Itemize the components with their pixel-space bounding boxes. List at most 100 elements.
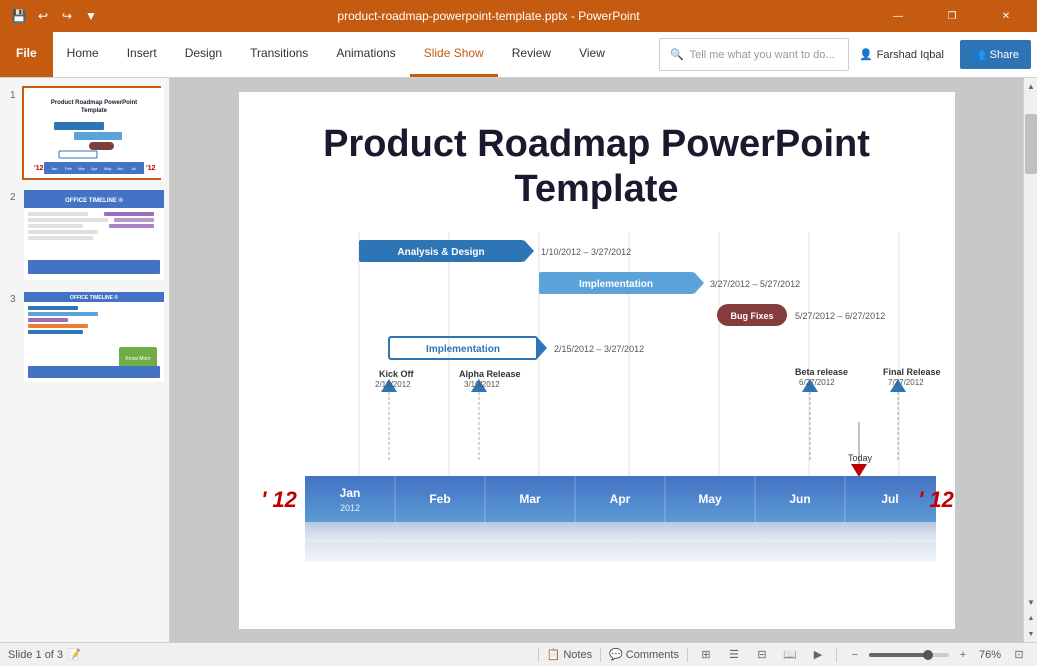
svg-text:' 12: ' 12 <box>918 487 955 512</box>
svg-text:OFFICE TIMELINE ®: OFFICE TIMELINE ® <box>65 197 123 204</box>
svg-text:Alpha Release: Alpha Release <box>459 369 521 379</box>
svg-text:1/10/2012 – 3/27/2012: 1/10/2012 – 3/27/2012 <box>541 247 631 257</box>
slide-canvas[interactable]: Product Roadmap PowerPoint Template Anal… <box>239 92 955 629</box>
fit-to-window-button[interactable]: ⊡ <box>1009 645 1029 665</box>
svg-text:Feb: Feb <box>429 492 450 506</box>
svg-text:Bug Fixes: Bug Fixes <box>730 311 773 321</box>
svg-text:3/10/2012: 3/10/2012 <box>464 380 500 389</box>
share-button[interactable]: 👥 Share <box>960 40 1031 69</box>
window-controls: — ❐ ✕ <box>875 0 1029 32</box>
share-icon: 👥 <box>972 48 986 61</box>
svg-text:Final Release: Final Release <box>883 367 941 377</box>
main-area: 1 Product Roadmap PowerPoint Template Ja… <box>0 78 1037 642</box>
svg-text:May: May <box>698 492 722 506</box>
slide-preview-1: Product Roadmap PowerPoint Template Jan … <box>24 88 164 178</box>
slide-thumb-3[interactable]: 3 OFFICE TIMELINE ® Know More <box>22 290 161 384</box>
svg-text:6/27/2012: 6/27/2012 <box>799 378 835 387</box>
comments-separator <box>600 648 601 662</box>
svg-text:Mar: Mar <box>78 166 86 171</box>
title-bar: 💾 ↩ ↪ ▼ product-roadmap-powerpoint-templ… <box>0 0 1037 32</box>
reading-view-button[interactable]: 📖 <box>780 645 800 665</box>
slide-preview-3: OFFICE TIMELINE ® Know More <box>24 292 164 382</box>
ribbon-search[interactable]: 🔍 Tell me what you want to do... <box>659 38 849 71</box>
tab-slideshow[interactable]: Slide Show <box>410 32 498 77</box>
tab-animations[interactable]: Animations <box>322 32 409 77</box>
quick-access-toolbar: 💾 ↩ ↪ ▼ <box>8 5 102 27</box>
comments-button[interactable]: 💬 Comments <box>609 648 679 661</box>
undo-button[interactable]: ↩ <box>32 5 54 27</box>
tab-file[interactable]: File <box>0 32 53 77</box>
scrollbar-right: ▲ ▼ ▲ ▼ <box>1023 78 1037 642</box>
svg-text:7/27/2012: 7/27/2012 <box>888 378 924 387</box>
svg-text:Feb: Feb <box>65 166 73 171</box>
zoom-slider-fill <box>869 653 925 657</box>
scroll-page-up[interactable]: ▲ <box>1024 610 1037 626</box>
normal-view-button[interactable]: ⊞ <box>696 645 716 665</box>
status-bar: Slide 1 of 3 📝 📋 Notes 💬 Comments ⊞ ☰ ⊟ … <box>0 642 1037 666</box>
scroll-down-button[interactable]: ▼ <box>1024 594 1037 610</box>
svg-text:May: May <box>104 166 112 171</box>
timeline-svg: Analysis & Design 1/10/2012 – 3/27/2012 … <box>239 222 955 602</box>
svg-text:Implementation: Implementation <box>426 344 500 355</box>
svg-text:Implementation: Implementation <box>579 279 653 290</box>
svg-text:Apr: Apr <box>609 492 630 506</box>
svg-text:2/10/2012: 2/10/2012 <box>375 380 411 389</box>
svg-text:Mar: Mar <box>519 492 541 506</box>
svg-text:3/27/2012 – 5/27/2012: 3/27/2012 – 5/27/2012 <box>710 279 800 289</box>
svg-text:Jul: Jul <box>881 492 898 506</box>
svg-text:Template: Template <box>81 108 108 114</box>
svg-text:Jul: Jul <box>131 166 136 171</box>
svg-text:Jan: Jan <box>51 166 57 171</box>
notes-separator <box>538 648 539 662</box>
tab-home[interactable]: Home <box>53 32 113 77</box>
svg-text:Jun: Jun <box>117 166 123 171</box>
svg-text:2/15/2012 – 3/27/2012: 2/15/2012 – 3/27/2012 <box>554 344 644 354</box>
ribbon: File Home Insert Design Transitions Anim… <box>0 32 1037 78</box>
user-name: 👤 Farshad Iqbal <box>849 32 954 77</box>
svg-text:Apr: Apr <box>91 166 98 171</box>
zoom-slider-thumb[interactable] <box>923 650 933 660</box>
outline-view-button[interactable]: ☰ <box>724 645 744 665</box>
maximize-button[interactable]: ❐ <box>929 0 975 32</box>
svg-text:Know More: Know More <box>125 356 151 362</box>
svg-text:Analysis & Design: Analysis & Design <box>397 247 484 258</box>
svg-text:Today: Today <box>848 453 873 463</box>
slide-panel: 1 Product Roadmap PowerPoint Template Ja… <box>0 78 170 642</box>
notes-button[interactable]: 📋 Notes <box>547 648 592 661</box>
search-icon: 🔍 <box>670 48 684 61</box>
svg-text:Jun: Jun <box>789 492 810 506</box>
close-button[interactable]: ✕ <box>983 0 1029 32</box>
tab-insert[interactable]: Insert <box>113 32 171 77</box>
scroll-thumb[interactable] <box>1025 114 1037 174</box>
tab-design[interactable]: Design <box>171 32 236 77</box>
svg-text:'12: '12 <box>34 165 44 172</box>
slide-number-1: 1 <box>10 90 16 101</box>
minimize-button[interactable]: — <box>875 0 921 32</box>
svg-text:Product Roadmap PowerPoint: Product Roadmap PowerPoint <box>51 100 137 106</box>
tab-transitions[interactable]: Transitions <box>236 32 322 77</box>
zoom-out-button[interactable]: − <box>845 645 865 665</box>
slide-title: Product Roadmap PowerPoint Template <box>239 92 955 233</box>
window-title: product-roadmap-powerpoint-template.pptx… <box>102 9 875 23</box>
zoom-in-button[interactable]: + <box>953 645 973 665</box>
tab-view[interactable]: View <box>565 32 619 77</box>
slideshow-view-button[interactable]: ▶ <box>808 645 828 665</box>
svg-text:5/27/2012 – 6/27/2012: 5/27/2012 – 6/27/2012 <box>795 311 885 321</box>
redo-button[interactable]: ↪ <box>56 5 78 27</box>
canvas-area: Product Roadmap PowerPoint Template Anal… <box>170 78 1023 642</box>
svg-text:Kick Off: Kick Off <box>379 369 415 379</box>
slide-3-svg: OFFICE TIMELINE ® Know More <box>24 292 164 382</box>
customize-qat-button[interactable]: ▼ <box>80 5 102 27</box>
scroll-page-down[interactable]: ▼ <box>1024 626 1037 642</box>
slidesorter-button[interactable]: ⊟ <box>752 645 772 665</box>
user-icon: 👤 <box>859 48 873 61</box>
slide-number-3: 3 <box>10 294 16 305</box>
slide-edit-icon: 📝 <box>67 648 81 661</box>
save-button[interactable]: 💾 <box>8 5 30 27</box>
slide-thumb-1[interactable]: 1 Product Roadmap PowerPoint Template Ja… <box>22 86 161 180</box>
svg-text:Jan: Jan <box>339 486 360 500</box>
slide-thumb-2[interactable]: 2 OFFICE TIMELINE ® <box>22 188 161 282</box>
zoom-slider[interactable] <box>869 653 949 657</box>
tab-review[interactable]: Review <box>498 32 565 77</box>
scroll-up-button[interactable]: ▲ <box>1024 78 1037 94</box>
